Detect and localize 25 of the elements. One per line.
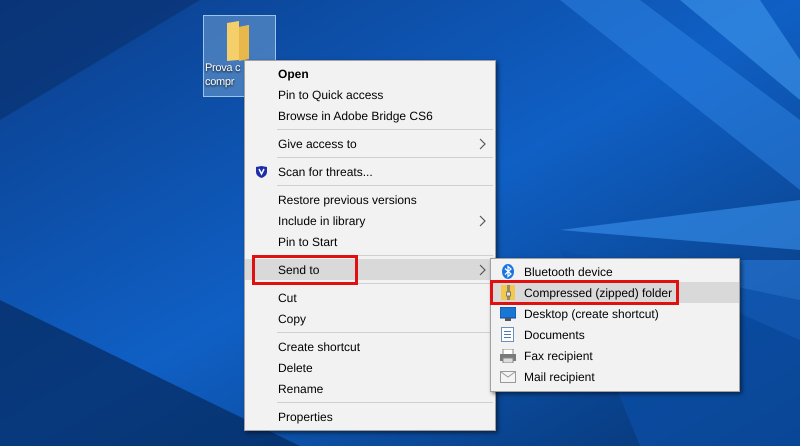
menu-item[interactable]: Compressed (zipped) folder	[491, 282, 739, 303]
folder-icon	[225, 21, 251, 61]
zip-folder-icon	[500, 285, 514, 300]
fax-icon	[500, 348, 516, 362]
chevron-icon	[479, 264, 486, 276]
menu-item[interactable]: Properties	[245, 406, 495, 427]
menu-item[interactable]: Fax recipient	[491, 345, 739, 366]
monitor-icon	[500, 306, 516, 320]
menu-item[interactable]: Include in library	[245, 210, 495, 231]
menu-item[interactable]: Give access to	[245, 133, 495, 154]
chevron-icon	[479, 215, 486, 227]
chevron-icon	[479, 138, 486, 150]
envelope-icon	[500, 370, 516, 382]
menu-item[interactable]: Pin to Start	[245, 231, 495, 252]
menu-item[interactable]: Documents	[491, 324, 739, 345]
shield-icon	[256, 166, 267, 178]
menu-item[interactable]: Restore previous versions	[245, 189, 495, 210]
document-icon	[501, 327, 514, 342]
bluetooth-icon	[502, 264, 514, 279]
icon-label: Prova c	[204, 61, 240, 75]
icon-label: compr	[204, 75, 234, 89]
menu-item[interactable]: Mail recipient	[491, 366, 739, 387]
menu-item[interactable]: Desktop (create shortcut)	[491, 303, 739, 324]
menu-item[interactable]: Browse in Adobe Bridge CS6	[245, 105, 495, 126]
menu-item[interactable]: Scan for threats...	[245, 161, 495, 182]
